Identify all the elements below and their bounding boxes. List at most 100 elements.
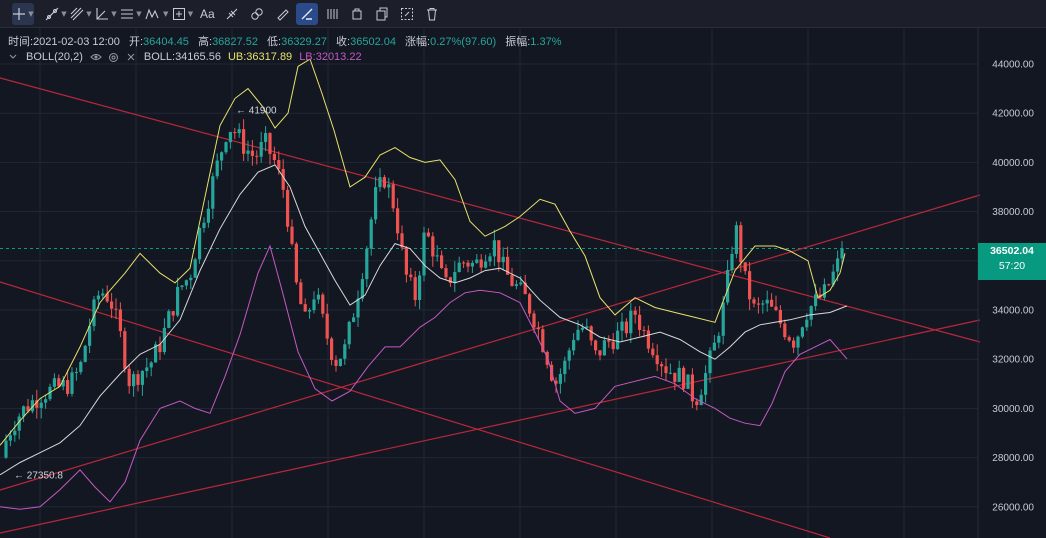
- candle-body: [171, 311, 175, 316]
- candle-body: [457, 262, 461, 272]
- candle-body: [792, 340, 796, 348]
- candle-body: [83, 345, 87, 362]
- candle-body: [246, 150, 250, 154]
- collapse-chevron-icon[interactable]: [8, 52, 18, 62]
- candle-body: [286, 189, 290, 227]
- drawing-toolbar: ▼ ▼ ▼ ▼ ▼ ▼ ▼ Aa: [0, 0, 1046, 28]
- candle-body: [642, 329, 646, 331]
- candle-body: [418, 275, 422, 301]
- candle-body: [215, 160, 219, 177]
- y-tick-label: 42000.00: [992, 109, 1034, 120]
- chevron-down-icon[interactable]: ▼: [111, 10, 116, 18]
- candle-body: [343, 344, 347, 359]
- high-marker-label: ← 41900: [236, 106, 277, 117]
- magnet-button[interactable]: [296, 2, 319, 25]
- candle-body: [321, 294, 325, 314]
- low-value: 36329.27: [281, 36, 327, 48]
- candle-body: [682, 367, 686, 389]
- chevron-down-icon[interactable]: ▼: [188, 10, 193, 18]
- candle-body: [391, 184, 395, 209]
- clip-button[interactable]: [346, 3, 368, 25]
- settings-icon[interactable]: [108, 52, 119, 63]
- candle-body: [638, 314, 642, 330]
- chart-grid: [0, 28, 1046, 538]
- candle-body: [470, 262, 474, 267]
- candle-body: [66, 379, 70, 394]
- copy-button[interactable]: [371, 3, 393, 25]
- candle-body: [761, 303, 765, 305]
- screenshot-button[interactable]: [396, 3, 418, 25]
- candle-body: [633, 310, 637, 315]
- add-tool-button[interactable]: ▼: [171, 3, 193, 25]
- candle-body: [444, 268, 448, 278]
- clip-icon: [352, 8, 362, 19]
- candle-body: [453, 271, 457, 283]
- candle-body: [334, 359, 338, 366]
- link-button[interactable]: [246, 3, 268, 25]
- candle-body: [374, 187, 378, 220]
- candle-body: [422, 232, 426, 276]
- y-tick-label: 30000.00: [992, 404, 1034, 415]
- y-tick-label: 40000.00: [992, 158, 1034, 169]
- open-value: 36404.45: [143, 36, 189, 48]
- chevron-down-icon[interactable]: ▼: [28, 10, 33, 18]
- candle-body: [352, 317, 356, 322]
- candle-body: [677, 367, 681, 382]
- chevron-down-icon[interactable]: ▼: [61, 10, 66, 18]
- candle-body: [492, 240, 496, 257]
- candle-body: [752, 299, 756, 304]
- lock-button[interactable]: [321, 3, 343, 25]
- eye-icon[interactable]: [90, 52, 102, 62]
- measure-tool-button[interactable]: ▼: [95, 3, 117, 25]
- chevron-down-icon[interactable]: ▼: [136, 10, 141, 18]
- candle-body: [563, 360, 567, 375]
- high-value: 36827.52: [212, 36, 258, 48]
- crosshair-tool-button[interactable]: ▼: [12, 2, 34, 25]
- candlestick-chart[interactable]: 44000.0042000.0040000.0038000.0036000.00…: [0, 28, 1046, 538]
- candle-body: [730, 253, 734, 270]
- candle-body: [70, 372, 74, 394]
- candle-body: [668, 372, 672, 374]
- candle-body: [708, 350, 712, 374]
- pitchfork-tool-button[interactable]: ▼: [70, 3, 92, 25]
- ruler-chain-button[interactable]: [221, 3, 243, 25]
- candle-body: [290, 226, 294, 244]
- candle-body: [114, 308, 118, 310]
- ruler-chain-icon: [227, 8, 238, 19]
- candle-body: [624, 321, 628, 334]
- trendline-tool-button[interactable]: ▼: [45, 3, 67, 25]
- fib-tool-button[interactable]: ▼: [120, 3, 142, 25]
- change-label: 涨幅:: [405, 36, 431, 48]
- add-icon: [172, 7, 185, 20]
- candle-body: [237, 129, 241, 134]
- candle-body: [567, 350, 571, 361]
- pattern-tool-button[interactable]: ▼: [145, 3, 168, 25]
- indicator-name: BOLL(20,2): [26, 51, 83, 63]
- candle-body: [189, 277, 193, 281]
- candle-body: [616, 330, 620, 350]
- lock-icon: [327, 8, 338, 19]
- chevron-down-icon[interactable]: ▼: [163, 10, 168, 18]
- chart-background: [0, 28, 1046, 538]
- candle-body: [431, 236, 435, 257]
- y-tick-label: 26000.00: [992, 502, 1034, 513]
- chevron-down-icon[interactable]: ▼: [86, 10, 91, 18]
- candle-body: [519, 282, 523, 285]
- candle-body: [611, 341, 615, 350]
- text-tool-button[interactable]: Aa: [196, 3, 218, 25]
- candle-body: [721, 302, 725, 336]
- y-tick-label: 44000.00: [992, 60, 1034, 71]
- close-icon[interactable]: [126, 52, 136, 62]
- candle-body: [347, 321, 351, 345]
- candle-body: [96, 295, 100, 300]
- brush-button[interactable]: [271, 3, 293, 25]
- candle-body: [255, 155, 259, 157]
- boll-label: BOLL:: [143, 51, 176, 63]
- amplitude-value: 1.37%: [530, 36, 562, 48]
- candle-body: [528, 294, 532, 314]
- candle-body: [127, 368, 131, 387]
- candle-body: [308, 310, 312, 312]
- candle-body: [655, 355, 659, 365]
- candle-body: [770, 299, 774, 307]
- trash-button[interactable]: [421, 3, 443, 25]
